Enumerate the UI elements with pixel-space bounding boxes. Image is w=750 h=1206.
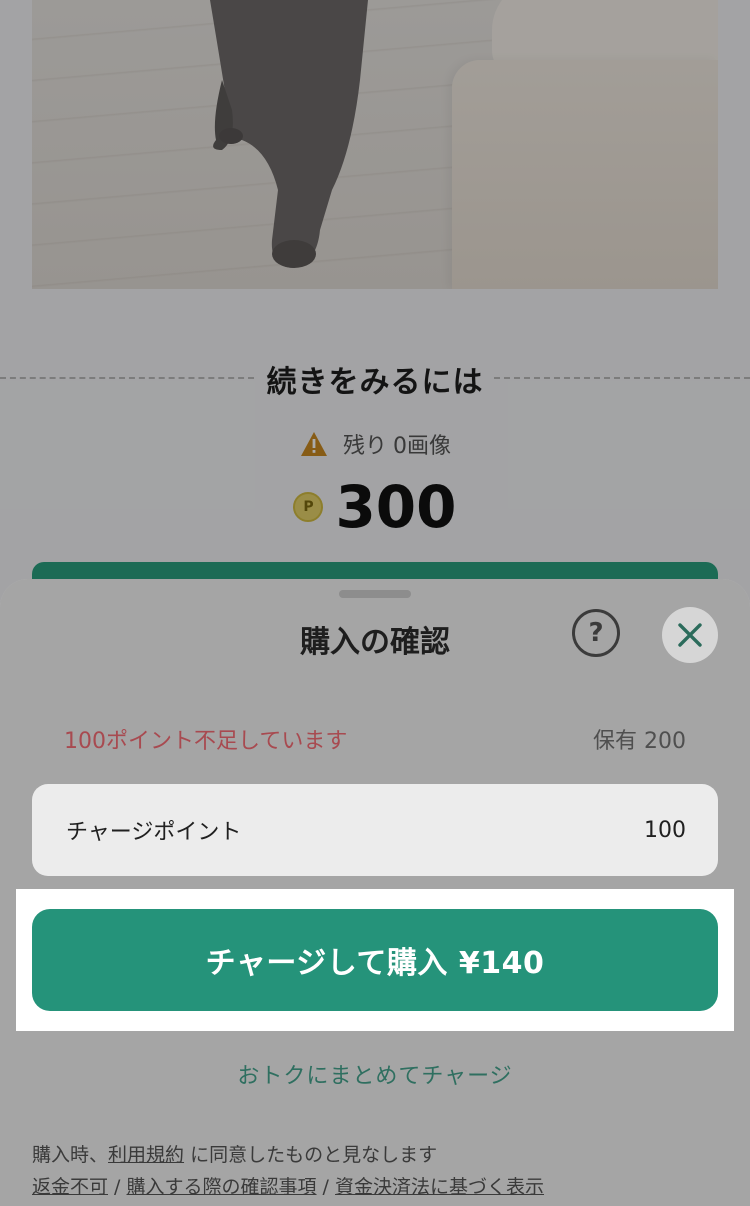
charge-and-purchase-button[interactable]: チャージして購入 ¥140	[32, 909, 718, 1011]
legal-separator: /	[316, 1176, 335, 1198]
charge-value: 100	[644, 817, 686, 843]
terms-link[interactable]: 利用規約	[108, 1144, 184, 1166]
owned-label: 保有	[592, 729, 637, 754]
purchase-notes-link[interactable]: 購入する際の確認事項	[127, 1176, 317, 1198]
purchase-confirm-sheet: 購入の確認 ? 100ポイント不足しています 保有 200 チャージポイント 1…	[0, 579, 750, 1206]
help-button[interactable]: ?	[572, 609, 620, 657]
owned-value: 200	[644, 729, 686, 754]
sheet-title: 購入の確認	[300, 625, 450, 660]
legal-notice: 購入時、利用規約 に同意したものと見なします 返金不可 / 購入する際の確認事項…	[32, 1139, 732, 1203]
settlement-law-link[interactable]: 資金決済法に基づく表示	[335, 1176, 544, 1198]
legal-line-1: 購入時、利用規約 に同意したものと見なします	[32, 1139, 732, 1171]
legal-separator: /	[108, 1176, 127, 1198]
owned-points: 保有 200	[593, 723, 686, 755]
close-button[interactable]	[662, 607, 718, 663]
legal-line-2: 返金不可 / 購入する際の確認事項 / 資金決済法に基づく表示	[32, 1171, 732, 1203]
legal-prefix: 購入時、	[32, 1144, 109, 1166]
point-shortage-row: 100ポイント不足しています 保有 200	[64, 721, 686, 757]
help-icon: ?	[588, 618, 604, 648]
sheet-drag-handle[interactable]	[339, 590, 411, 598]
legal-suffix: に同意したものと見なします	[184, 1144, 438, 1166]
close-icon	[678, 623, 702, 647]
bulk-charge-link[interactable]: おトクにまとめてチャージ	[0, 1058, 750, 1090]
shortage-message: 100ポイント不足しています	[64, 729, 348, 754]
charge-label: チャージポイント	[66, 820, 242, 845]
refund-link[interactable]: 返金不可	[32, 1176, 108, 1198]
charge-points-row: チャージポイント 100	[32, 784, 718, 876]
